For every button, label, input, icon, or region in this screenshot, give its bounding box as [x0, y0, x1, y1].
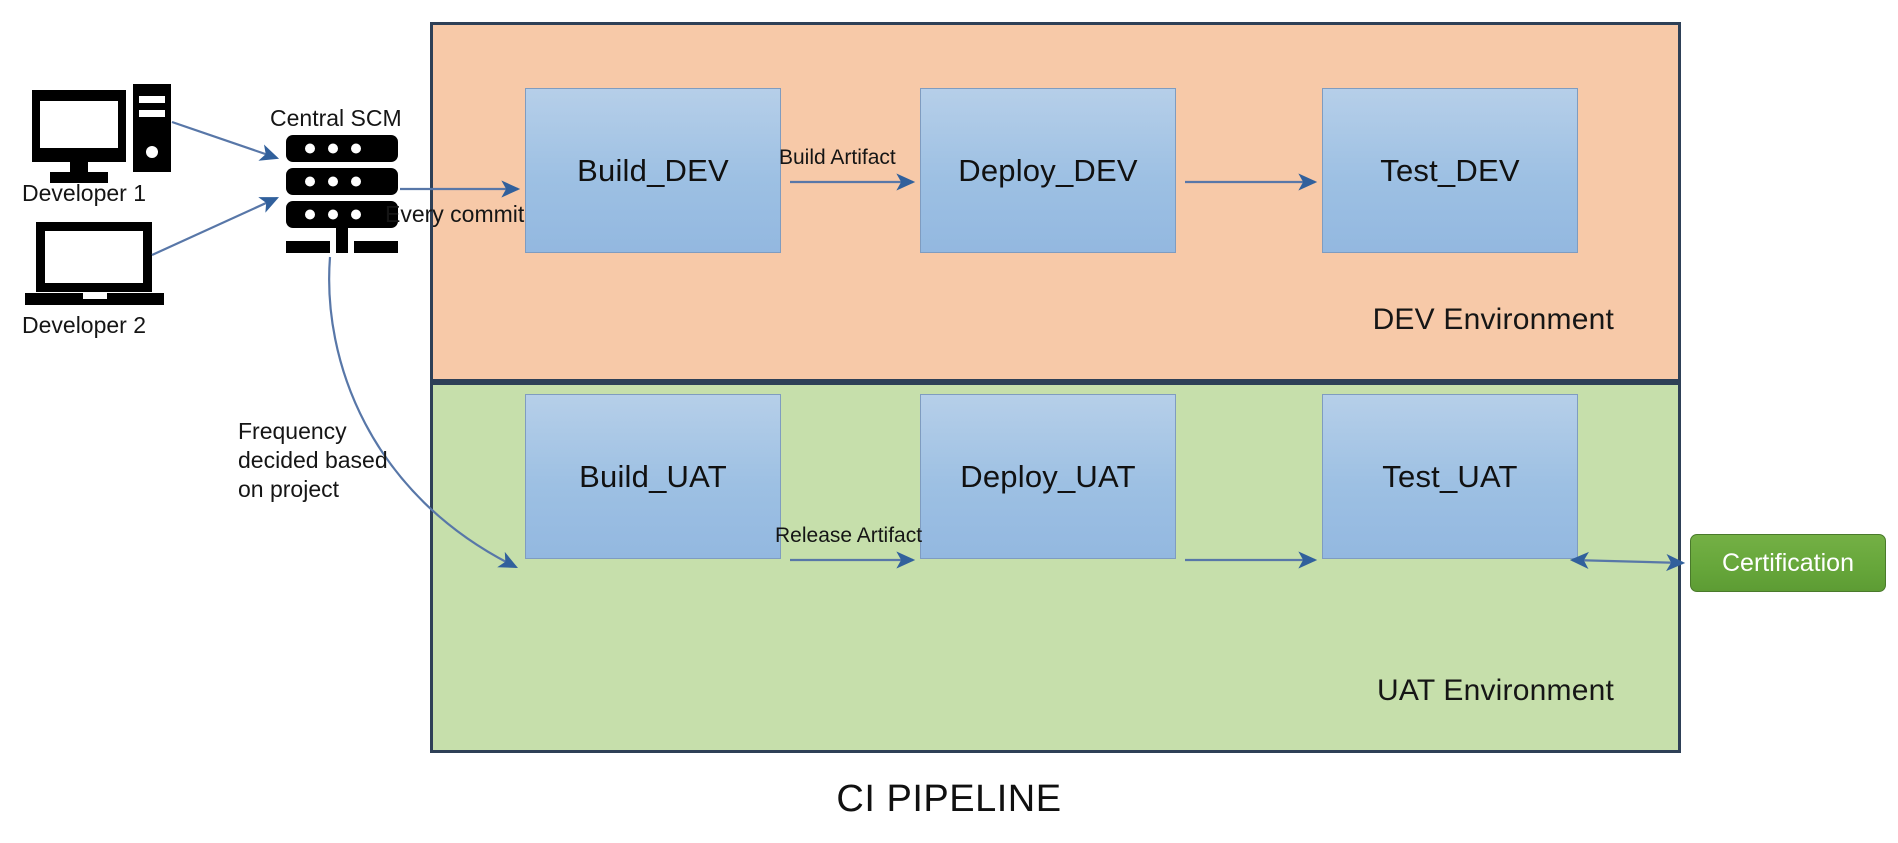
dev-environment-label: DEV Environment: [1372, 303, 1614, 336]
stage-test-dev[interactable]: Test_DEV: [1322, 88, 1578, 253]
frequency-label: Frequency decided based on project: [238, 418, 388, 502]
stage-deploy-dev-label: Deploy_DEV: [958, 152, 1138, 188]
build-artifact-label: Build Artifact: [779, 146, 896, 169]
certification-label: Certification: [1722, 548, 1854, 577]
server-rack-icon: [286, 135, 398, 253]
certification-box[interactable]: Certification: [1690, 534, 1886, 592]
page-title: CI PIPELINE: [836, 778, 1062, 820]
stage-build-uat-label: Build_UAT: [579, 458, 727, 494]
stage-build-dev-label: Build_DEV: [577, 152, 729, 188]
stage-deploy-dev[interactable]: Deploy_DEV: [920, 88, 1176, 253]
stage-deploy-uat-label: Deploy_UAT: [960, 458, 1136, 494]
uat-environment-label: UAT Environment: [1377, 674, 1614, 707]
arrow-developer2-to-scm: [151, 196, 280, 257]
laptop-icon: [25, 222, 164, 305]
developer-1-label: Developer 1: [22, 180, 147, 206]
arrow-developer1-to-scm: [171, 120, 280, 161]
stage-test-uat[interactable]: Test_UAT: [1322, 394, 1578, 559]
developer-2-label: Developer 2: [22, 312, 147, 338]
diagram-canvas: DEV Environment UAT Environment Build_DE…: [0, 0, 1898, 843]
stage-build-dev[interactable]: Build_DEV: [525, 88, 781, 253]
stage-test-uat-label: Test_UAT: [1382, 458, 1518, 494]
stage-test-dev-label: Test_DEV: [1380, 152, 1520, 188]
stage-deploy-uat[interactable]: Deploy_UAT: [920, 394, 1176, 559]
release-artifact-label: Release Artifact: [775, 524, 923, 547]
every-commit-label: Every commit: [385, 201, 525, 227]
stage-build-uat[interactable]: Build_UAT: [525, 394, 781, 559]
desktop-computer-icon: [32, 84, 171, 183]
central-scm-label: Central SCM: [270, 105, 402, 131]
